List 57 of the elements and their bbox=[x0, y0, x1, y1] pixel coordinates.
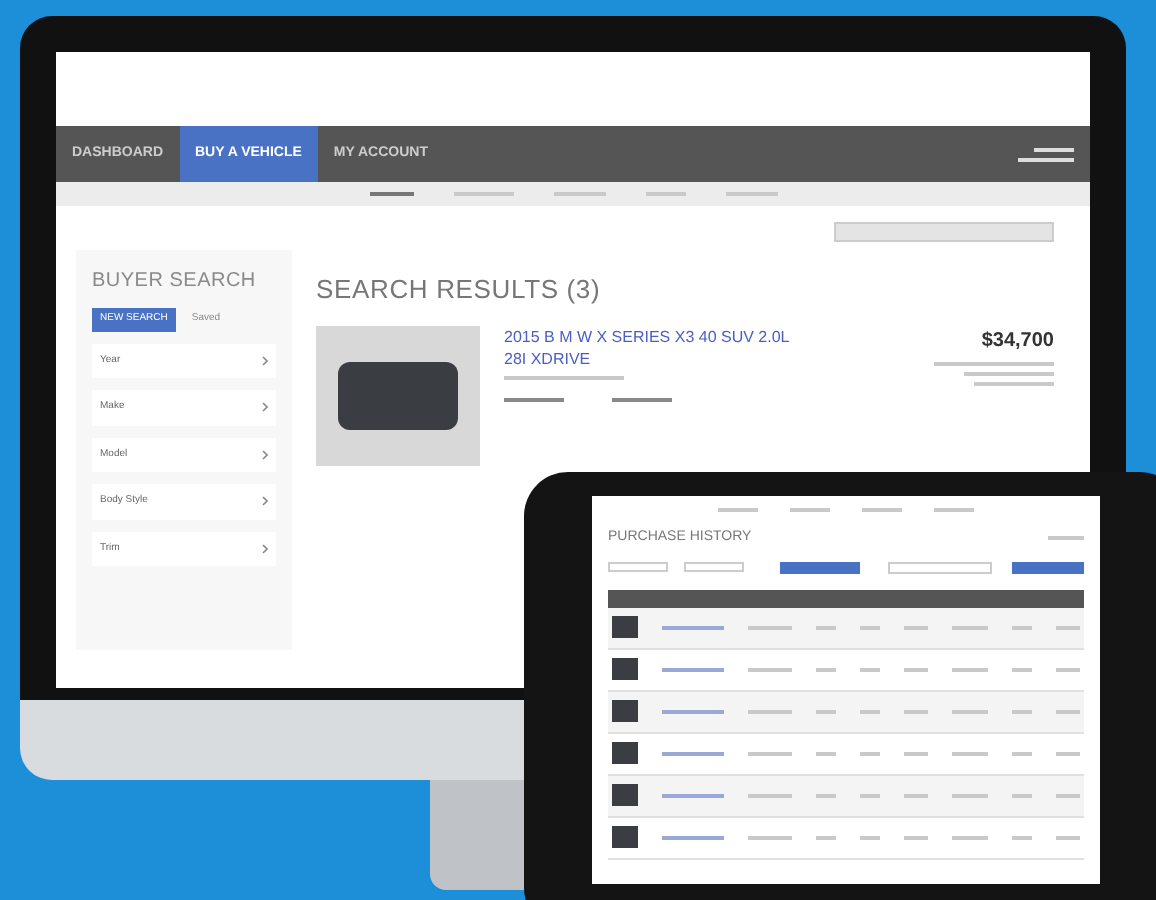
car-thumbnail bbox=[612, 742, 639, 764]
chevron-icon bbox=[262, 449, 268, 460]
text-placeholder-line bbox=[612, 397, 672, 401]
text-placeholder-line bbox=[934, 508, 974, 512]
car-thumbnail bbox=[612, 784, 639, 806]
chevron-icon bbox=[262, 543, 268, 554]
text-placeholder-line bbox=[1048, 536, 1084, 541]
text-placeholder-line bbox=[747, 835, 792, 839]
text-placeholder-line bbox=[369, 192, 413, 196]
text-placeholder-line bbox=[974, 381, 1054, 385]
text-placeholder-line bbox=[662, 835, 724, 839]
sidebar-title: BUYER SEARCH bbox=[92, 268, 258, 296]
text-placeholder-line bbox=[662, 751, 724, 755]
text-placeholder-line bbox=[747, 625, 792, 629]
text-placeholder-line bbox=[453, 192, 513, 196]
car-thumbnail bbox=[612, 616, 639, 638]
text-placeholder-line bbox=[725, 192, 777, 196]
text-placeholder-line bbox=[553, 192, 605, 196]
text-placeholder-line bbox=[747, 751, 792, 755]
text-placeholder-line bbox=[504, 397, 564, 401]
text-placeholder-line bbox=[951, 709, 989, 713]
text-placeholder-line bbox=[747, 793, 792, 797]
text-placeholder-line bbox=[747, 709, 792, 713]
text-placeholder-line bbox=[934, 361, 1054, 365]
text-placeholder-line bbox=[951, 751, 989, 755]
car-thumbnail bbox=[612, 700, 639, 722]
text-placeholder-line bbox=[790, 508, 830, 512]
text-placeholder-line bbox=[951, 793, 989, 797]
text-placeholder-line bbox=[662, 625, 724, 629]
search-field[interactable] bbox=[888, 561, 992, 573]
text-placeholder-line bbox=[645, 192, 685, 196]
text-placeholder-line bbox=[951, 625, 989, 629]
chevron-icon bbox=[262, 402, 268, 413]
listing-price: $34,700 bbox=[981, 327, 1054, 355]
date-field[interactable] bbox=[684, 562, 744, 572]
text-placeholder-line bbox=[1018, 157, 1074, 161]
text-placeholder-line bbox=[1034, 147, 1074, 151]
text-placeholder-line bbox=[951, 667, 989, 671]
text-placeholder-line bbox=[964, 371, 1054, 375]
text-placeholder-line bbox=[862, 508, 902, 512]
search-button[interactable] bbox=[1012, 561, 1084, 573]
text-placeholder-line bbox=[504, 375, 624, 379]
text-placeholder-line bbox=[747, 667, 792, 671]
chevron-icon bbox=[262, 496, 268, 507]
date-field[interactable] bbox=[608, 562, 668, 572]
listing-title-link[interactable]: 2015 B M W X SERIES X3 40 SUV 2.0L 28I XDRIVE bbox=[504, 325, 804, 369]
car-thumbnail bbox=[612, 826, 639, 848]
text-placeholder-line bbox=[662, 667, 724, 671]
text-placeholder-line bbox=[718, 508, 758, 512]
text-placeholder-line bbox=[662, 709, 724, 713]
sort-dropdown[interactable] bbox=[834, 222, 1054, 242]
results-heading: SEARCH RESULTS (3) bbox=[316, 272, 603, 308]
text-placeholder-line bbox=[662, 793, 724, 797]
filter-button[interactable] bbox=[780, 561, 860, 573]
text-placeholder-line bbox=[951, 835, 989, 839]
car-thumbnail bbox=[612, 658, 639, 680]
chevron-icon bbox=[262, 355, 268, 366]
